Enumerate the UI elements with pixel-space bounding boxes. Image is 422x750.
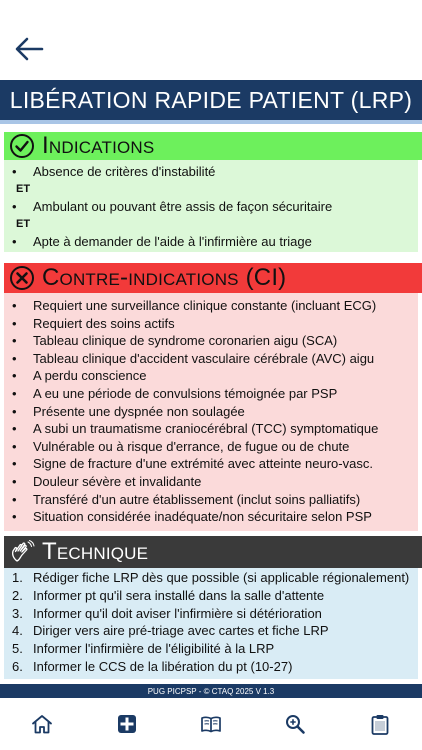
list-item: Apte à demander de l'aide à l'infirmière… bbox=[4, 233, 418, 251]
page-title-bar: LIBÉRATION RAPIDE PATIENT (LRP) bbox=[0, 80, 422, 124]
list-item: Tableau clinique de syndrome coronarien … bbox=[4, 332, 418, 350]
nav-home-button[interactable] bbox=[27, 709, 57, 739]
top-bar bbox=[0, 0, 422, 80]
list-item: Signe de fracture d'une extrémité avec a… bbox=[4, 455, 418, 473]
technique-header: Technique bbox=[4, 536, 422, 568]
list-item: Présente une dyspnée non soulagée bbox=[4, 403, 418, 421]
indications-list: Absence de critères d'instabilité ET Amb… bbox=[4, 160, 418, 252]
list-item: 4. Diriger vers aire pré-triage avec cart… bbox=[12, 623, 329, 639]
footer-text: PUG PICPSP - © CTAQ 2025 V 1.3 bbox=[147, 686, 275, 696]
list-item: Ambulant ou pouvant être assis de façon … bbox=[4, 198, 418, 216]
medical-cross-icon bbox=[117, 715, 136, 733]
nav-clipboard-button[interactable] bbox=[365, 709, 395, 739]
list-item: Tableau clinique d'accident vasculaire c… bbox=[4, 350, 418, 368]
arrow-left-icon bbox=[15, 37, 44, 61]
zoom-search-icon bbox=[286, 715, 306, 734]
list-item: 1. Rédiger fiche LRP dès que possible (si… bbox=[12, 570, 410, 585]
and-separator: ET bbox=[16, 218, 31, 230]
indications-header: Indications bbox=[4, 132, 422, 160]
list-item: Transféré d'un autre établissement (incl… bbox=[4, 491, 418, 509]
list-item: Douleur sévère et invalidante bbox=[4, 473, 418, 491]
technique-list: 1. Rédiger fiche LRP dès que possible (si… bbox=[4, 568, 418, 679]
contraindications-header: Contre-indications (CI) bbox=[4, 263, 422, 293]
list-item: Situation considérée inadéquate/non sécu… bbox=[4, 508, 418, 526]
nav-search-button[interactable] bbox=[280, 709, 310, 739]
nav-book-button[interactable] bbox=[196, 709, 226, 739]
contraindications-list: Requiert une surveillance clinique const… bbox=[4, 293, 418, 531]
list-item: Absence de critères d'instabilité bbox=[4, 163, 418, 181]
list-item: A subi un traumatisme craniocérébral (TC… bbox=[4, 420, 418, 438]
list-item: 6. Informer le CCS de la libération du pt… bbox=[12, 658, 293, 674]
footer-bar: PUG PICPSP - © CTAQ 2025 V 1.3 bbox=[0, 684, 422, 698]
bottom-nav bbox=[0, 698, 422, 750]
nav-medical-button[interactable] bbox=[112, 709, 142, 739]
list-item: 5. Informer l'infirmière de l'éligibilité… bbox=[12, 641, 275, 657]
contraindications-title: Contre-indications (CI) bbox=[42, 264, 287, 291]
clipboard-icon bbox=[371, 715, 389, 735]
list-item: Requiert des soins actifs bbox=[4, 315, 418, 333]
indications-title: Indications bbox=[42, 132, 155, 159]
waving-hand-icon bbox=[11, 540, 35, 562]
back-button[interactable] bbox=[14, 36, 44, 62]
x-circle-icon bbox=[10, 266, 34, 290]
list-item: 2. Informer pt qu'il sera installé dans l… bbox=[12, 587, 325, 603]
list-item: Requiert une surveillance clinique const… bbox=[4, 297, 418, 315]
technique-title: Technique bbox=[42, 538, 149, 565]
list-item: A perdu conscience bbox=[4, 367, 418, 385]
list-item: 3. Informer qu'il doit aviser l'infirmièr… bbox=[12, 605, 322, 621]
and-separator: ET bbox=[16, 183, 31, 195]
book-icon bbox=[201, 716, 221, 733]
list-item: Vulnérable ou à risque d'errance, de fug… bbox=[4, 438, 418, 456]
home-icon bbox=[32, 715, 53, 734]
list-item: A eu une période de convulsions témoigné… bbox=[4, 385, 418, 403]
page-title: LIBÉRATION RAPIDE PATIENT (LRP) bbox=[9, 86, 413, 113]
check-circle-icon bbox=[10, 134, 34, 158]
